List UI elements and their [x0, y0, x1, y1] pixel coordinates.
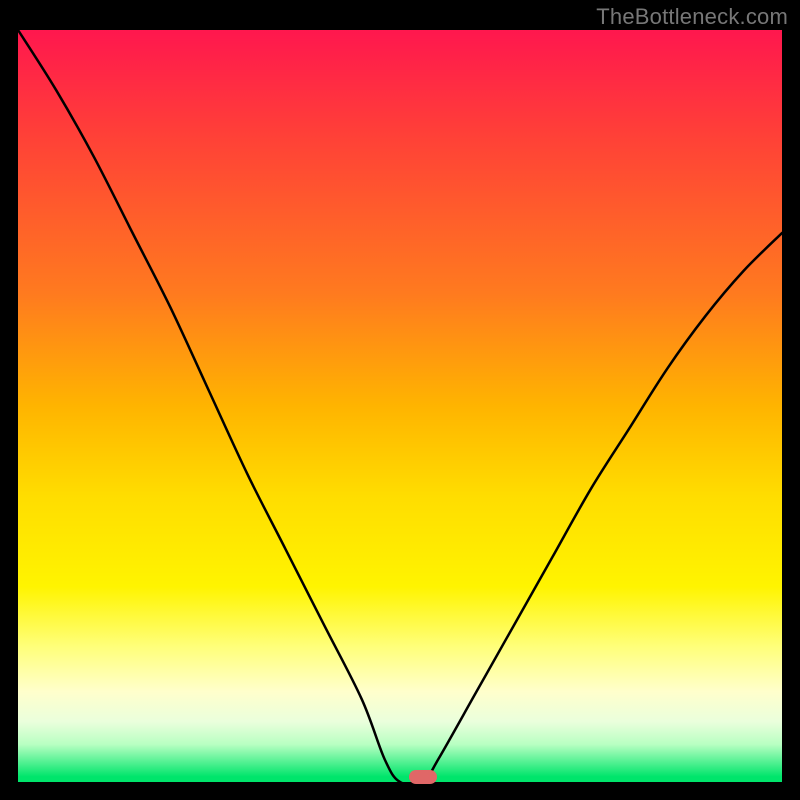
optimum-marker [409, 770, 437, 784]
curve-svg [18, 30, 782, 782]
plot-area [18, 30, 782, 782]
bottleneck-curve [18, 30, 782, 782]
attribution-text: TheBottleneck.com [596, 4, 788, 30]
chart-frame: TheBottleneck.com [0, 0, 800, 800]
